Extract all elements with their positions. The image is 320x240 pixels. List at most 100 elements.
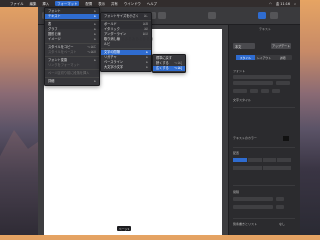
submenu-arrow-icon: ▸ bbox=[94, 79, 96, 83]
strike-button[interactable] bbox=[272, 89, 280, 93]
divider bbox=[233, 218, 295, 219]
align-right-button[interactable] bbox=[262, 158, 277, 162]
menu-separator bbox=[45, 56, 99, 57]
tab-layout[interactable]: レイアウト bbox=[255, 55, 274, 60]
menu-edit[interactable]: 編集 bbox=[30, 1, 37, 6]
menubar: ファイル 編集 挿入 フォーマット 配置 表示 共有 ウインドウ ヘルプ ◠ 金… bbox=[0, 0, 300, 7]
font-row bbox=[233, 75, 291, 79]
tab-style[interactable]: スタイル bbox=[236, 55, 255, 60]
line-spacing-popup[interactable] bbox=[233, 197, 273, 201]
bullets-label[interactable]: 箇条書きとリスト bbox=[233, 222, 257, 226]
align-center-button[interactable] bbox=[247, 158, 262, 162]
clock[interactable]: 金 11:16 bbox=[276, 1, 290, 6]
menu-item-label: リンクをフォーマット bbox=[48, 63, 80, 67]
indent-control bbox=[233, 166, 291, 170]
update-style-button[interactable]: アップデート bbox=[271, 43, 291, 49]
format-menu: フォント ▸ テキスト ▸ 表 ▸ グラフ ▸ 図形と線 ▸ イメージ ▸ スタイルをコピー ⌥⌘C スタイ… bbox=[44, 7, 100, 86]
desktop-wallpaper bbox=[0, 130, 40, 235]
bold-button[interactable] bbox=[233, 89, 247, 93]
font-size-row bbox=[233, 81, 290, 85]
collaborate-button[interactable] bbox=[208, 12, 216, 19]
spacing-menu-item[interactable]: 広くする ⌥⌘] bbox=[153, 66, 185, 71]
indent-decrease-button[interactable] bbox=[233, 166, 262, 170]
divider bbox=[233, 107, 295, 108]
menu-item-label: イメージ bbox=[48, 37, 61, 41]
text-menu-item[interactable]: フォントサイズを小さく ⌘- bbox=[101, 14, 151, 19]
format-menu-item[interactable]: イメージ ▸ bbox=[45, 37, 99, 42]
wifi-icon[interactable]: ◠ bbox=[269, 2, 272, 6]
typeface-popup[interactable] bbox=[233, 81, 273, 85]
line-spacing-row bbox=[233, 197, 284, 201]
text-menu-item[interactable]: 大文字小文字 ▸ bbox=[101, 65, 151, 70]
document-button[interactable] bbox=[270, 12, 278, 19]
page-indicator[interactable]: ページ1 bbox=[117, 226, 131, 231]
search-icon[interactable]: ⌕ bbox=[294, 2, 296, 6]
menu-shortcut: ⌥⌘] bbox=[173, 66, 182, 70]
menu-share[interactable]: 共有 bbox=[111, 1, 118, 6]
text-color-label: テキストのカラー bbox=[233, 136, 257, 140]
alignment-control bbox=[233, 158, 291, 162]
menu-separator bbox=[101, 20, 151, 21]
menu-shortcut: ⌘- bbox=[143, 14, 148, 18]
menu-item-label: ページ区切り前に段落を挿入 bbox=[48, 71, 90, 75]
menu-item-label: テキスト bbox=[48, 14, 61, 18]
menu-separator bbox=[45, 43, 99, 44]
text-menu-item[interactable]: ルビ bbox=[101, 42, 151, 47]
bullets-popup[interactable]: なし bbox=[279, 222, 285, 226]
menu-shortcut: ⌥⌘V bbox=[86, 50, 96, 54]
menu-separator bbox=[45, 69, 99, 70]
para-spacing-row bbox=[233, 205, 284, 209]
comment-button[interactable] bbox=[158, 12, 166, 19]
format-button[interactable] bbox=[258, 12, 266, 19]
font-label: フォント bbox=[233, 69, 246, 73]
char-style-label: 文字スタイル bbox=[233, 98, 252, 102]
menu-insert[interactable]: 挿入 bbox=[42, 1, 49, 6]
menu-help[interactable]: ヘルプ bbox=[147, 1, 157, 6]
align-justify-button[interactable] bbox=[277, 158, 291, 162]
italic-button[interactable] bbox=[250, 89, 258, 93]
format-inspector: テキスト 本文 アップデート スタイル レイアウト 詳細 フォント 文字スタイル… bbox=[228, 25, 300, 235]
character-spacing-submenu: 標準に戻す 狭くする ⌥⌘[広くする ⌥⌘] bbox=[152, 54, 186, 73]
menu-item-label: スタイルをペースト bbox=[48, 50, 77, 54]
menu-item-label: フォントサイズを小さく bbox=[104, 14, 139, 18]
format-menu-item: リンクをフォーマット bbox=[45, 63, 99, 68]
paragraph-style-popup[interactable]: 本文 bbox=[233, 43, 255, 49]
menu-separator bbox=[45, 20, 99, 21]
submenu-arrow-icon: ▸ bbox=[146, 65, 148, 69]
format-menu-item: スタイルをペースト ⌥⌘V bbox=[45, 50, 99, 55]
format-menu-item[interactable]: テキスト ▸ bbox=[45, 14, 99, 19]
menu-item-label: 詳細 bbox=[48, 79, 55, 83]
menu-item-label: 広くする bbox=[156, 66, 169, 70]
divider bbox=[233, 185, 295, 186]
submenu-arrow-icon: ▸ bbox=[94, 14, 96, 18]
menu-window[interactable]: ウインドウ bbox=[124, 1, 141, 6]
menu-separator bbox=[101, 48, 151, 49]
line-spacing-stepper[interactable] bbox=[276, 197, 284, 201]
submenu-arrow-icon: ▸ bbox=[94, 37, 96, 41]
font-style-row bbox=[233, 89, 280, 93]
menu-file[interactable]: ファイル bbox=[10, 1, 24, 6]
menu-item-label: ルビ bbox=[104, 42, 111, 46]
format-menu-item[interactable]: 詳細 ▸ bbox=[45, 79, 99, 84]
spacing-label: 間隔 bbox=[233, 190, 240, 194]
menu-format[interactable]: フォーマット bbox=[55, 1, 80, 6]
alignment-label: 配置 bbox=[233, 151, 240, 155]
para-spacing-stepper[interactable] bbox=[276, 205, 284, 209]
align-left-button[interactable] bbox=[233, 158, 247, 162]
indent-increase-button[interactable] bbox=[262, 166, 291, 170]
font-size-field[interactable] bbox=[276, 81, 290, 85]
menubar-status: ◠ 金 11:16 ⌕ bbox=[269, 1, 296, 7]
menu-arrange[interactable]: 配置 bbox=[85, 1, 92, 6]
text-color-well[interactable] bbox=[283, 136, 289, 141]
tab-more[interactable]: 詳細 bbox=[273, 55, 292, 60]
para-spacing-field[interactable] bbox=[233, 205, 273, 209]
inspector-title: テキスト bbox=[259, 27, 271, 31]
divider bbox=[233, 147, 295, 148]
format-menu-item: ページ区切り前に段落を挿入 bbox=[45, 71, 99, 76]
menu-item-label: 大文字小文字 bbox=[104, 65, 124, 69]
text-submenu: フォントサイズを小さく ⌘- ボールド ⌘B イタリック ⌘I アンダーライン ⌘U 取り消し線… bbox=[100, 12, 152, 72]
font-family-popup[interactable] bbox=[233, 75, 291, 79]
menu-view[interactable]: 表示 bbox=[98, 1, 105, 6]
menu-separator bbox=[45, 77, 99, 78]
underline-button[interactable] bbox=[261, 89, 269, 93]
